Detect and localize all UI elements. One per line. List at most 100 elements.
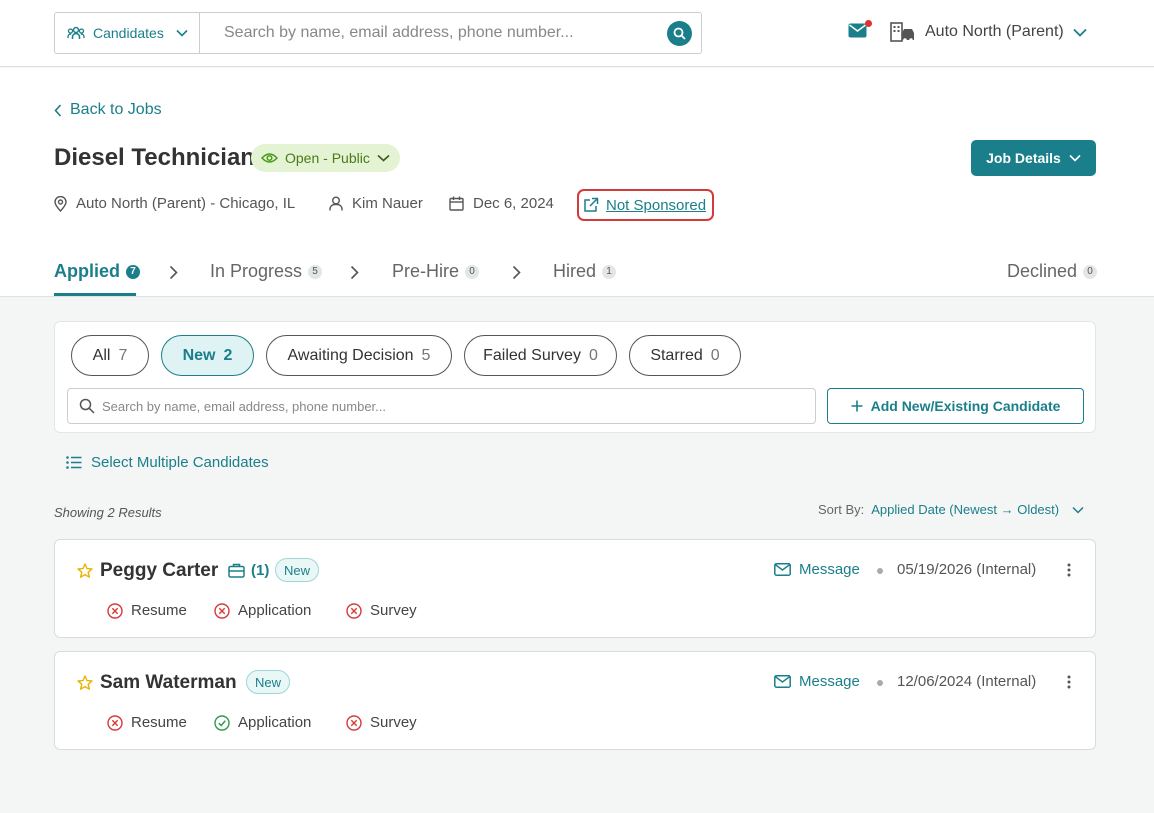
- more-options-icon[interactable]: [1067, 675, 1071, 689]
- job-details-button[interactable]: Job Details: [971, 140, 1096, 176]
- candidate-name[interactable]: Peggy Carter: [100, 560, 218, 582]
- tab-label: Pre-Hire: [392, 261, 460, 281]
- filter-all[interactable]: All 7: [71, 335, 149, 376]
- tab-label: In Progress: [210, 261, 303, 281]
- user-icon: [329, 196, 343, 211]
- plus-icon: [851, 400, 863, 412]
- map-pin-icon: [54, 195, 67, 212]
- global-search: Candidates Search by name, email address…: [54, 12, 702, 54]
- message-button[interactable]: Message: [774, 561, 860, 578]
- select-multiple-label: Select Multiple Candidates: [91, 454, 269, 471]
- mail-icon: [848, 23, 867, 38]
- building-car-icon: [890, 21, 916, 43]
- message-button[interactable]: Message: [774, 673, 860, 690]
- candidates-icon: [67, 26, 85, 40]
- applied-jobs-count[interactable]: (1): [228, 562, 269, 579]
- job-status-dropdown[interactable]: Open - Public: [251, 144, 400, 172]
- job-details-label: Job Details: [986, 150, 1061, 166]
- list-icon: [66, 456, 82, 469]
- add-candidate-label: Add New/Existing Candidate: [870, 398, 1061, 414]
- tab-label: Hired: [553, 261, 597, 281]
- mail-outline-icon: [774, 563, 791, 576]
- external-link-icon: [583, 197, 599, 213]
- sponsorship-label: Not Sponsored: [606, 196, 707, 214]
- filter-failed-survey[interactable]: Failed Survey 0: [464, 335, 617, 376]
- candidate-name[interactable]: Sam Waterman: [100, 672, 237, 694]
- filter-starred[interactable]: Starred 0: [629, 335, 741, 376]
- filter-count: 7: [118, 346, 128, 364]
- filter-new[interactable]: New 2: [161, 335, 254, 376]
- candidate-card[interactable]: Peggy Carter (1) New Message 05/19/2026 …: [54, 539, 1096, 638]
- message-label: Message: [799, 673, 860, 690]
- calendar-icon: [449, 196, 464, 211]
- chevron-down-icon: [176, 29, 188, 37]
- org-name: Auto North (Parent): [925, 23, 1064, 40]
- separator-dot: [877, 568, 883, 574]
- separator-dot: [877, 680, 883, 686]
- job-header: Back to Jobs Diesel Technician Open - Pu…: [0, 68, 1154, 297]
- tab-count-badge: 1: [602, 264, 617, 279]
- tab-pre-hire[interactable]: Pre-Hire 0: [392, 261, 480, 282]
- filter-label: Awaiting Decision: [287, 346, 414, 364]
- notification-dot: [865, 20, 872, 27]
- filter-label: Starred: [650, 346, 703, 364]
- chevron-down-icon: [1072, 506, 1084, 514]
- requirement-label: Resume: [131, 602, 187, 619]
- x-circle-icon: [107, 602, 123, 619]
- star-icon[interactable]: [77, 675, 93, 690]
- global-search-placeholder: Search by name, email address, phone num…: [224, 24, 574, 41]
- requirement-label: Application: [238, 714, 312, 731]
- requirement-label: Application: [238, 602, 312, 619]
- tab-declined[interactable]: Declined 0: [1007, 261, 1098, 282]
- sort-label: Sort By:: [818, 502, 865, 517]
- location-text: Auto North (Parent) - Chicago, IL: [76, 195, 296, 212]
- chevron-down-icon: [1073, 28, 1087, 37]
- tab-label: Declined: [1007, 261, 1078, 281]
- requirement-resume: Resume: [107, 714, 187, 731]
- x-circle-icon: [214, 602, 230, 619]
- add-candidate-button[interactable]: Add New/Existing Candidate: [827, 388, 1084, 424]
- x-circle-icon: [107, 714, 123, 731]
- chevron-down-icon: [1069, 154, 1081, 162]
- results-count: Showing 2 Results: [54, 505, 162, 520]
- more-options-icon[interactable]: [1067, 563, 1071, 577]
- filter-awaiting-decision[interactable]: Awaiting Decision 5: [266, 335, 452, 376]
- requirement-label: Survey: [370, 602, 417, 619]
- eye-icon: [261, 152, 278, 164]
- search-icon: [673, 27, 686, 40]
- sort-value: Applied Date (Newest → Oldest): [871, 502, 1060, 517]
- job-recruiter: Kim Nauer: [329, 195, 423, 212]
- tab-in-progress[interactable]: In Progress 5: [210, 261, 323, 282]
- requirement-resume: Resume: [107, 602, 187, 619]
- messages-button[interactable]: [848, 20, 872, 38]
- filter-panel: All 7 New 2 Awaiting Decision 5 Failed S…: [54, 321, 1096, 433]
- new-badge: New: [246, 670, 291, 694]
- star-icon[interactable]: [77, 563, 93, 578]
- chevron-left-icon: [54, 103, 62, 117]
- active-tab-indicator: [54, 293, 136, 296]
- back-to-jobs-link[interactable]: Back to Jobs: [54, 101, 162, 119]
- filter-count: 2: [223, 346, 233, 364]
- candidate-card[interactable]: Sam Waterman New Message 12/06/2024 (Int…: [54, 651, 1096, 750]
- requirement-survey: Survey: [346, 602, 417, 619]
- check-circle-icon: [214, 714, 230, 731]
- org-switcher[interactable]: Auto North (Parent): [890, 21, 1087, 43]
- requirement-survey: Survey: [346, 714, 417, 731]
- sort-control[interactable]: Sort By: Applied Date (Newest → Oldest): [818, 502, 1084, 517]
- x-circle-icon: [346, 602, 362, 619]
- top-bar: Candidates Search by name, email address…: [0, 0, 1154, 67]
- jobs-count-text: (1): [251, 562, 270, 579]
- tab-hired[interactable]: Hired 1: [553, 261, 617, 282]
- tab-count-badge: 0: [465, 264, 480, 279]
- search-scope-select[interactable]: Candidates: [55, 13, 200, 53]
- not-sponsored-link[interactable]: Not Sponsored: [577, 189, 714, 221]
- filter-count: 0: [710, 346, 720, 364]
- search-button[interactable]: [667, 21, 692, 46]
- tab-applied[interactable]: Applied 7: [54, 261, 140, 282]
- select-multiple-button[interactable]: Select Multiple Candidates: [66, 454, 269, 471]
- recruiter-name: Kim Nauer: [352, 195, 423, 212]
- message-label: Message: [799, 561, 860, 578]
- requirement-application: Application: [214, 602, 311, 619]
- candidate-search-input[interactable]: Search by name, email address, phone num…: [67, 388, 816, 424]
- global-search-input[interactable]: Search by name, email address, phone num…: [200, 13, 701, 53]
